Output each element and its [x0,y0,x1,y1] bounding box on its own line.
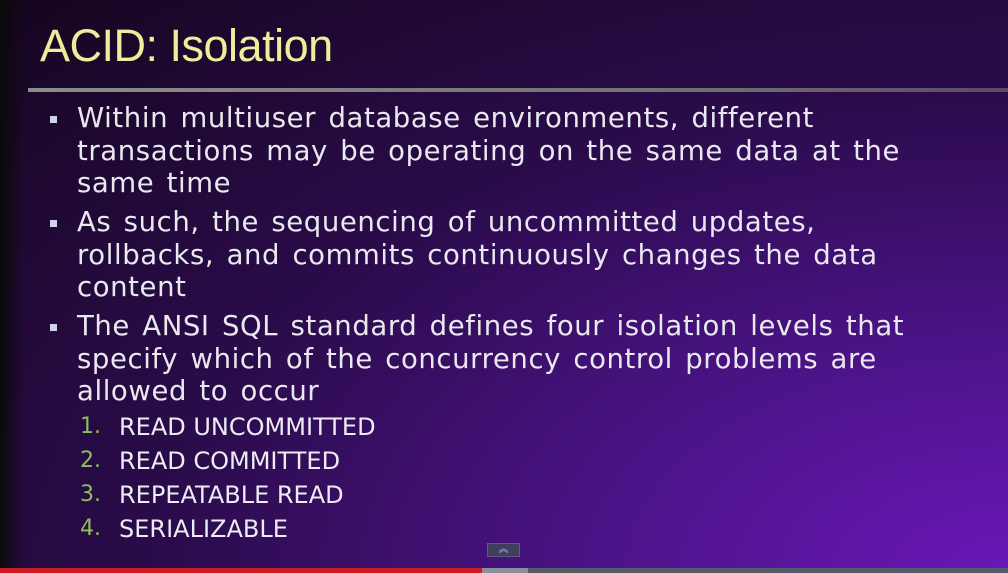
bullet-text: Within multiuser database environments, … [77,102,901,199]
square-bullet-icon [50,220,57,227]
expand-controls-button[interactable]: ︽ [487,543,520,557]
isolation-level-list: 1. READ UNCOMMITTED 2. READ COMMITTED 3.… [80,412,480,548]
isolation-level-item: 2. READ COMMITTED [80,446,480,480]
chevron-up-icon: ︽ [498,544,509,555]
isolation-level-label: READ COMMITTED [119,447,341,475]
progress-played [0,568,482,573]
isolation-level-item: 1. READ UNCOMMITTED [80,412,480,446]
list-number: 2. [80,448,101,473]
bullet-text: The ANSI SQL standard defines four isola… [77,310,905,407]
list-number: 3. [80,482,101,507]
left-edge-shadow [0,0,24,573]
list-number: 4. [80,516,101,541]
slide-title: ACID: Isolation [40,20,333,71]
square-bullet-icon [50,324,57,331]
bullet-text: As such, the sequencing of uncommitted u… [77,206,878,303]
isolation-level-item: 3. REPEATABLE READ [80,480,480,514]
progress-buffered [482,568,528,573]
list-number: 1. [80,414,101,439]
isolation-level-label: SERIALIZABLE [119,515,288,543]
title-divider [28,88,1008,92]
video-progress-bar[interactable] [0,568,1008,573]
isolation-level-label: READ UNCOMMITTED [119,413,376,441]
isolation-level-label: REPEATABLE READ [119,481,344,509]
isolation-level-item: 4. SERIALIZABLE [80,514,480,548]
square-bullet-icon [50,116,57,123]
